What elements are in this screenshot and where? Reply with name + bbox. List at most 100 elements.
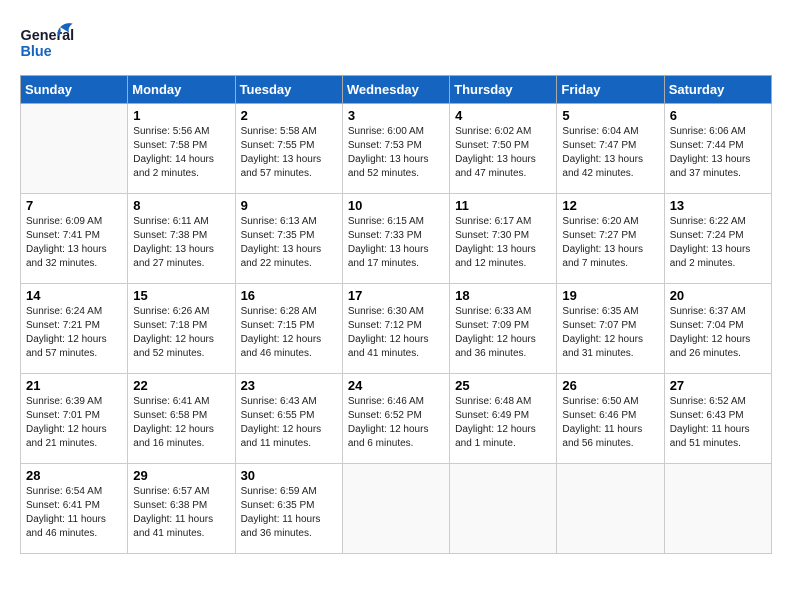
- header-day-thursday: Thursday: [450, 76, 557, 104]
- day-number: 8: [133, 198, 229, 213]
- calendar-cell: 20 Sunrise: 6:37 AMSunset: 7:04 PMDayligh…: [664, 284, 771, 374]
- calendar-table: SundayMondayTuesdayWednesdayThursdayFrid…: [20, 75, 772, 554]
- day-number: 10: [348, 198, 444, 213]
- day-info: Sunrise: 6:15 AMSunset: 7:33 PMDaylight:…: [348, 215, 444, 271]
- calendar-cell: 13Sunrise: 6:22 AMSunset: 7:24 PMDayligh…: [664, 194, 771, 284]
- day-info: Sunrise: 6:43 AMSunset: 6:55 PMDaylight:…: [241, 395, 337, 451]
- day-info: Sunrise: 6:35 AMSunset: 7:07 PMDaylight:…: [562, 305, 658, 361]
- header-day-monday: Monday: [128, 76, 235, 104]
- week-row-2: 7 Sunrise: 6:09 AMSunset: 7:41 PMDaylight…: [21, 194, 772, 284]
- calendar-cell: 3Sunrise: 6:00 AMSunset: 7:53 PMDaylight…: [342, 104, 449, 194]
- day-info: Sunrise: 6:52 AMSunset: 6:43 PMDaylight:…: [670, 395, 766, 451]
- day-info: Sunrise: 6:33 AMSunset: 7:09 PMDaylight:…: [455, 305, 551, 361]
- day-info: Sunrise: 6:41 AMSunset: 6:58 PMDaylight:…: [133, 395, 229, 451]
- calendar-cell: 18 Sunrise: 6:33 AMSunset: 7:09 PMDayligh…: [450, 284, 557, 374]
- day-info: Sunrise: 6:57 AMSunset: 6:38 PMDaylight:…: [133, 485, 229, 541]
- calendar-cell: 4Sunrise: 6:02 AMSunset: 7:50 PMDaylight…: [450, 104, 557, 194]
- day-number: 3: [348, 108, 444, 123]
- day-info: Sunrise: 6:46 AMSunset: 6:52 PMDaylight:…: [348, 395, 444, 451]
- day-number: 28: [26, 468, 122, 483]
- day-number: 30: [241, 468, 337, 483]
- calendar-cell: 10 Sunrise: 6:15 AMSunset: 7:33 PMDayligh…: [342, 194, 449, 284]
- day-info: Sunrise: 6:20 AMSunset: 7:27 PMDaylight:…: [562, 215, 658, 271]
- day-number: 20: [670, 288, 766, 303]
- calendar-cell: 24 Sunrise: 6:46 AMSunset: 6:52 PMDayligh…: [342, 374, 449, 464]
- header-day-saturday: Saturday: [664, 76, 771, 104]
- calendar-cell: 14 Sunrise: 6:24 AMSunset: 7:21 PMDayligh…: [21, 284, 128, 374]
- calendar-cell: [664, 464, 771, 554]
- logo-icon: General Blue: [20, 20, 75, 65]
- day-number: 27: [670, 378, 766, 393]
- day-info: Sunrise: 6:22 AMSunset: 7:24 PMDaylight:…: [670, 215, 766, 271]
- header-day-wednesday: Wednesday: [342, 76, 449, 104]
- calendar-cell: 15 Sunrise: 6:26 AMSunset: 7:18 PMDayligh…: [128, 284, 235, 374]
- calendar-cell: 5Sunrise: 6:04 AMSunset: 7:47 PMDaylight…: [557, 104, 664, 194]
- calendar-cell: 21 Sunrise: 6:39 AMSunset: 7:01 PMDayligh…: [21, 374, 128, 464]
- calendar-cell: 12Sunrise: 6:20 AMSunset: 7:27 PMDayligh…: [557, 194, 664, 284]
- day-number: 23: [241, 378, 337, 393]
- day-info: Sunrise: 5:58 AMSunset: 7:55 PMDaylight:…: [241, 125, 337, 181]
- day-info: Sunrise: 6:26 AMSunset: 7:18 PMDaylight:…: [133, 305, 229, 361]
- calendar-cell: 1Sunrise: 5:56 AMSunset: 7:58 PMDaylight…: [128, 104, 235, 194]
- calendar-cell: 29 Sunrise: 6:57 AMSunset: 6:38 PMDayligh…: [128, 464, 235, 554]
- day-info: Sunrise: 6:39 AMSunset: 7:01 PMDaylight:…: [26, 395, 122, 451]
- day-info: Sunrise: 6:59 AMSunset: 6:35 PMDaylight:…: [241, 485, 337, 541]
- calendar-cell: 26Sunrise: 6:50 AMSunset: 6:46 PMDayligh…: [557, 374, 664, 464]
- day-number: 15: [133, 288, 229, 303]
- day-info: Sunrise: 6:17 AMSunset: 7:30 PMDaylight:…: [455, 215, 551, 271]
- calendar-cell: 16Sunrise: 6:28 AMSunset: 7:15 PMDayligh…: [235, 284, 342, 374]
- day-number: 25: [455, 378, 551, 393]
- day-number: 14: [26, 288, 122, 303]
- calendar-cell: 8 Sunrise: 6:11 AMSunset: 7:38 PMDaylight…: [128, 194, 235, 284]
- day-number: 9: [241, 198, 337, 213]
- calendar-cell: 6Sunrise: 6:06 AMSunset: 7:44 PMDaylight…: [664, 104, 771, 194]
- day-number: 2: [241, 108, 337, 123]
- day-info: Sunrise: 6:48 AMSunset: 6:49 PMDaylight:…: [455, 395, 551, 451]
- header-day-sunday: Sunday: [21, 76, 128, 104]
- day-number: 17: [348, 288, 444, 303]
- svg-text:Blue: Blue: [21, 44, 52, 60]
- day-info: Sunrise: 6:30 AMSunset: 7:12 PMDaylight:…: [348, 305, 444, 361]
- day-info: Sunrise: 6:02 AMSunset: 7:50 PMDaylight:…: [455, 125, 551, 181]
- day-number: 24: [348, 378, 444, 393]
- header-day-tuesday: Tuesday: [235, 76, 342, 104]
- calendar-cell: 19Sunrise: 6:35 AMSunset: 7:07 PMDayligh…: [557, 284, 664, 374]
- calendar-cell: 22Sunrise: 6:41 AMSunset: 6:58 PMDayligh…: [128, 374, 235, 464]
- day-number: 29: [133, 468, 229, 483]
- calendar-cell: [342, 464, 449, 554]
- calendar-body: 1Sunrise: 5:56 AMSunset: 7:58 PMDaylight…: [21, 104, 772, 554]
- calendar-cell: 11 Sunrise: 6:17 AMSunset: 7:30 PMDayligh…: [450, 194, 557, 284]
- calendar-header: SundayMondayTuesdayWednesdayThursdayFrid…: [21, 76, 772, 104]
- week-row-5: 28 Sunrise: 6:54 AMSunset: 6:41 PMDayligh…: [21, 464, 772, 554]
- day-number: 1: [133, 108, 229, 123]
- calendar-cell: 28 Sunrise: 6:54 AMSunset: 6:41 PMDayligh…: [21, 464, 128, 554]
- calendar-cell: [557, 464, 664, 554]
- day-info: Sunrise: 6:04 AMSunset: 7:47 PMDaylight:…: [562, 125, 658, 181]
- calendar-cell: 7 Sunrise: 6:09 AMSunset: 7:41 PMDaylight…: [21, 194, 128, 284]
- day-info: Sunrise: 6:37 AMSunset: 7:04 PMDaylight:…: [670, 305, 766, 361]
- calendar-cell: 30 Sunrise: 6:59 AMSunset: 6:35 PMDayligh…: [235, 464, 342, 554]
- day-info: Sunrise: 6:24 AMSunset: 7:21 PMDaylight:…: [26, 305, 122, 361]
- calendar-cell: 25 Sunrise: 6:48 AMSunset: 6:49 PMDayligh…: [450, 374, 557, 464]
- day-info: Sunrise: 6:11 AMSunset: 7:38 PMDaylight:…: [133, 215, 229, 271]
- day-info: Sunrise: 6:54 AMSunset: 6:41 PMDaylight:…: [26, 485, 122, 541]
- day-info: Sunrise: 6:09 AMSunset: 7:41 PMDaylight:…: [26, 215, 122, 271]
- day-number: 11: [455, 198, 551, 213]
- day-info: Sunrise: 6:50 AMSunset: 6:46 PMDaylight:…: [562, 395, 658, 451]
- calendar-cell: [450, 464, 557, 554]
- calendar-cell: 9Sunrise: 6:13 AMSunset: 7:35 PMDaylight…: [235, 194, 342, 284]
- day-number: 7: [26, 198, 122, 213]
- day-info: Sunrise: 6:28 AMSunset: 7:15 PMDaylight:…: [241, 305, 337, 361]
- page-header: General Blue: [20, 20, 772, 65]
- calendar-cell: [21, 104, 128, 194]
- calendar-cell: 27 Sunrise: 6:52 AMSunset: 6:43 PMDayligh…: [664, 374, 771, 464]
- week-row-4: 21 Sunrise: 6:39 AMSunset: 7:01 PMDayligh…: [21, 374, 772, 464]
- calendar-cell: 17 Sunrise: 6:30 AMSunset: 7:12 PMDayligh…: [342, 284, 449, 374]
- day-number: 21: [26, 378, 122, 393]
- week-row-1: 1Sunrise: 5:56 AMSunset: 7:58 PMDaylight…: [21, 104, 772, 194]
- calendar-cell: 2 Sunrise: 5:58 AMSunset: 7:55 PMDaylight…: [235, 104, 342, 194]
- calendar-cell: 23 Sunrise: 6:43 AMSunset: 6:55 PMDayligh…: [235, 374, 342, 464]
- day-number: 18: [455, 288, 551, 303]
- week-row-3: 14 Sunrise: 6:24 AMSunset: 7:21 PMDayligh…: [21, 284, 772, 374]
- day-info: Sunrise: 6:06 AMSunset: 7:44 PMDaylight:…: [670, 125, 766, 181]
